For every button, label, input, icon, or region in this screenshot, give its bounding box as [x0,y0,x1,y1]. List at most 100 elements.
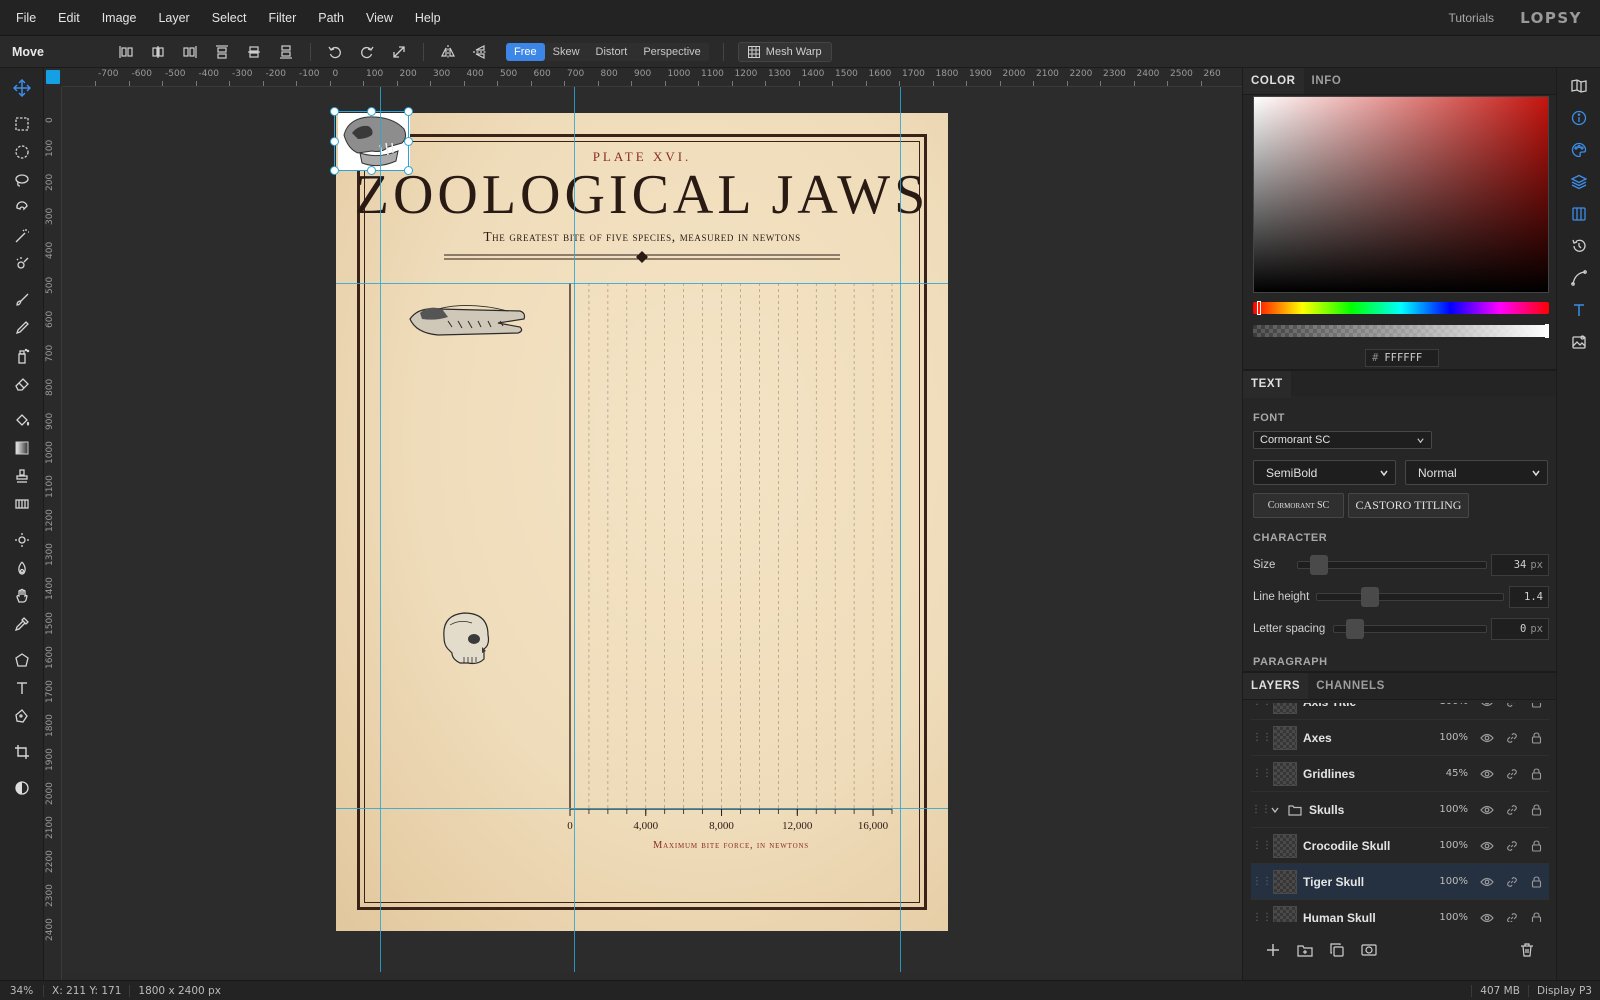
add-group-icon[interactable] [1289,938,1321,962]
flip-vertical-icon[interactable] [464,39,496,65]
pen-tool-icon[interactable] [0,702,44,730]
stamp-icon[interactable] [0,462,44,490]
layers-icon[interactable] [1557,166,1600,198]
selection-bounding-box[interactable] [334,111,409,171]
rotate-left-icon[interactable] [319,39,351,65]
eye-icon[interactable] [1474,805,1499,815]
font-chip-cormorant[interactable]: Cormorant SC [1253,493,1344,518]
layer-row[interactable]: ⋮⋮ Axes 100% [1251,720,1549,756]
hue-slider[interactable] [1253,301,1549,315]
align-middle-v-icon[interactable] [238,39,270,65]
align-top-icon[interactable] [206,39,238,65]
zoom-level[interactable]: 34% [0,984,44,997]
eye-icon[interactable] [1474,913,1499,923]
mesh-warp-button[interactable]: Mesh Warp [737,41,832,62]
tab-color[interactable]: COLOR [1243,68,1304,94]
eye-icon[interactable] [1474,841,1499,851]
transform-handle[interactable] [404,107,413,116]
hue-slider-thumb[interactable] [1257,301,1261,315]
guide-vertical[interactable] [900,87,901,972]
line-height-slider-knob[interactable] [1361,587,1379,607]
menu-file[interactable]: File [0,0,47,36]
magic-wand-icon[interactable] [0,222,44,250]
drag-handle-icon[interactable]: ⋮⋮ [1251,768,1273,779]
hand-icon[interactable] [0,582,44,610]
foreground-swatch[interactable] [46,70,60,84]
drag-handle-icon[interactable]: ⋮⋮ [1251,876,1273,887]
contrast-icon[interactable] [0,774,44,802]
tab-channels[interactable]: CHANNELS [1308,673,1393,699]
menu-help[interactable]: Help [404,0,452,36]
lock-icon[interactable] [1524,911,1549,922]
flip-horizontal-icon[interactable] [432,39,464,65]
brush-icon[interactable] [0,286,44,314]
link-icon[interactable] [1499,703,1524,708]
drag-handle-icon[interactable]: ⋮⋮ [1251,732,1273,743]
letter-spacing-slider-knob[interactable] [1346,619,1364,639]
hex-input[interactable]: # FFFFFF [1365,349,1439,367]
human-skull-image[interactable] [438,609,494,669]
gradient-icon[interactable] [0,434,44,462]
font-chip-castoro[interactable]: CASTORO TITLING [1348,493,1469,518]
eye-icon[interactable] [1474,703,1499,707]
line-height-input[interactable]: 1.4 [1509,586,1549,608]
letter-spacing-slider[interactable] [1333,619,1487,639]
text-tool-icon[interactable] [0,674,44,702]
guide-horizontal[interactable] [336,283,948,284]
alpha-slider-thumb[interactable] [1545,324,1549,338]
layer-row[interactable]: ⋮⋮ Skulls 100% [1251,792,1549,828]
duplicate-layer-icon[interactable] [1321,938,1353,962]
spray-icon[interactable] [0,342,44,370]
lasso-icon[interactable] [0,166,44,194]
font-weight-select[interactable]: SemiBold [1253,460,1396,485]
curve-icon[interactable] [1557,262,1600,294]
font-style-select[interactable]: Normal [1405,460,1548,485]
tab-text[interactable]: TEXT [1243,371,1291,398]
add-layer-icon[interactable] [1257,938,1289,962]
lock-icon[interactable] [1524,703,1549,708]
align-bottom-icon[interactable] [270,39,302,65]
guide-vertical[interactable] [380,87,381,972]
color-picker-field[interactable] [1253,96,1549,293]
mode-free-button[interactable]: Free [506,42,545,61]
move-tool-icon[interactable] [0,74,44,102]
link-icon[interactable] [1499,912,1524,922]
lock-icon[interactable] [1524,803,1549,816]
columns-icon[interactable] [1557,198,1600,230]
lock-icon[interactable] [1524,875,1549,888]
transform-handle[interactable] [330,107,339,116]
drag-handle-icon[interactable]: ⋮⋮ [1251,912,1273,922]
mode-perspective-button[interactable]: Perspective [635,43,708,61]
layer-row[interactable]: ⋮⋮ Tiger Skull 100% [1251,864,1549,900]
eyedropper-icon[interactable] [0,610,44,638]
pattern-stamp-icon[interactable] [0,490,44,518]
delete-layer-icon[interactable] [1511,938,1543,962]
tab-layers[interactable]: LAYERS [1243,673,1309,699]
eye-icon[interactable] [1474,769,1499,779]
dodge-icon[interactable] [0,526,44,554]
menu-select[interactable]: Select [201,0,258,36]
size-slider-knob[interactable] [1310,555,1328,575]
tutorials-link[interactable]: Tutorials [1448,11,1494,25]
line-height-slider[interactable] [1316,587,1504,607]
history-icon[interactable] [1557,230,1600,262]
eye-icon[interactable] [1474,877,1499,887]
lock-icon[interactable] [1524,731,1549,744]
transform-handle[interactable] [404,166,413,175]
link-icon[interactable] [1499,840,1524,852]
transform-handle[interactable] [330,137,339,146]
layer-row[interactable]: ⋮⋮ Human Skull 100% [1251,900,1549,922]
paint-bucket-icon[interactable] [0,406,44,434]
menu-view[interactable]: View [355,0,404,36]
layer-row[interactable]: ⋮⋮ Axis Title100% [1251,703,1549,720]
mode-skew-button[interactable]: Skew [545,43,588,61]
size-slider[interactable] [1297,555,1487,575]
image-adjust-icon[interactable] [1557,326,1600,358]
menu-image[interactable]: Image [91,0,148,36]
crocodile-skull-image[interactable] [408,297,528,345]
quick-select-icon[interactable] [0,250,44,278]
transform-handle[interactable] [367,166,376,175]
align-center-h-icon[interactable] [142,39,174,65]
expand-icon[interactable] [383,39,415,65]
rotate-right-icon[interactable] [351,39,383,65]
